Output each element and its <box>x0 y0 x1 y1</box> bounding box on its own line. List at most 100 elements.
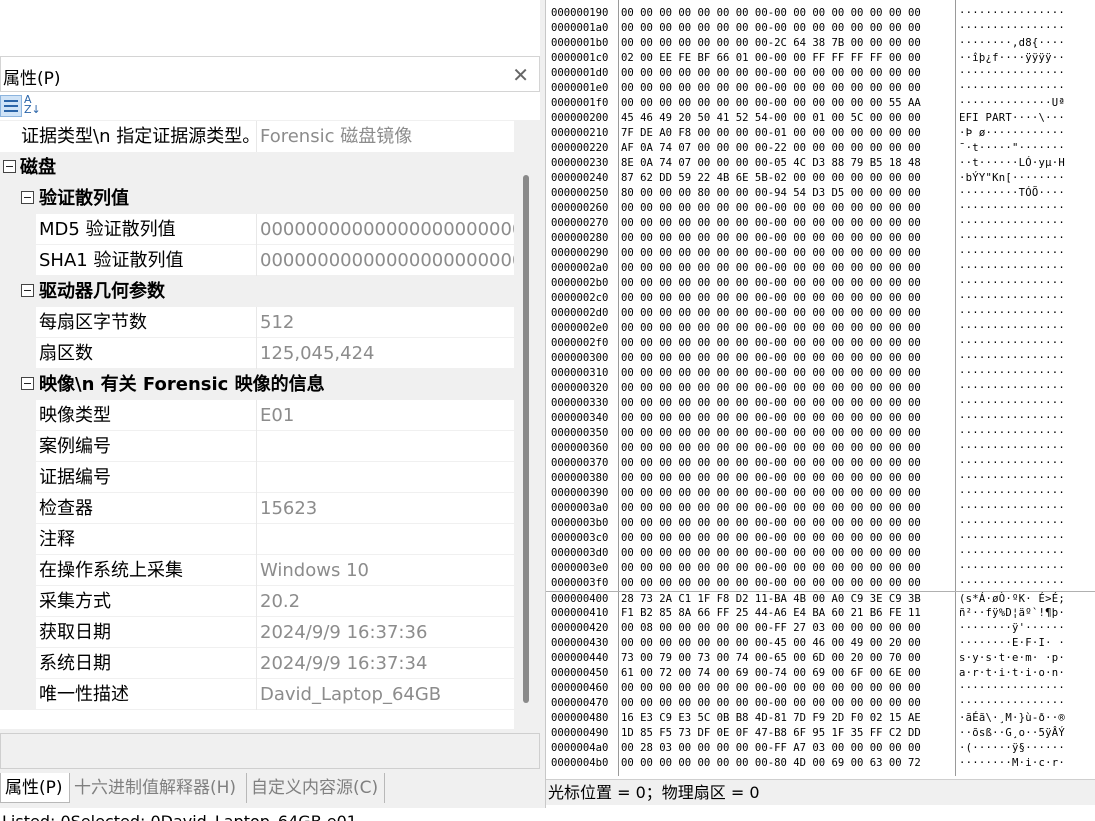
hex-row[interactable]: 000000260 00 00 00 00 00 00 00 00-00 00 0… <box>546 201 1095 216</box>
property-value[interactable]: 20.2 <box>256 586 514 617</box>
hex-row[interactable]: 000000460 00 00 00 00 00 00 00 00-00 00 0… <box>546 681 1095 696</box>
hex-row[interactable]: 0000003a0 00 00 00 00 00 00 00 00-00 00 0… <box>546 501 1095 516</box>
hex-bytes[interactable]: 00 00 00 00 00 00 00 00-00 00 00 00 00 0… <box>621 276 921 291</box>
hex-ascii[interactable]: ················ <box>959 441 1065 456</box>
property-category[interactable]: 磁盘 <box>0 152 514 183</box>
hex-ascii[interactable]: ················ <box>959 426 1065 441</box>
hex-ascii[interactable]: ········,d8{···· <box>959 36 1065 51</box>
hex-row[interactable]: 0000001e0 00 00 00 00 00 00 00 00-00 00 0… <box>546 81 1095 96</box>
hex-ascii[interactable]: ················ <box>959 501 1065 516</box>
property-value[interactable]: 00000000000000000000000000000000 <box>256 214 514 245</box>
hex-bytes[interactable]: 00 00 00 00 00 00 00 00-2C 64 38 7B 00 0… <box>621 36 921 51</box>
property-value[interactable]: 2024/9/9 16:37:36 <box>256 617 514 648</box>
hex-row[interactable]: 000000320 00 00 00 00 00 00 00 00-00 00 0… <box>546 381 1095 396</box>
hex-bytes[interactable]: 61 00 72 00 74 00 69 00-74 00 69 00 6F 0… <box>621 666 921 681</box>
hex-bytes[interactable]: 00 00 00 00 00 00 00 00-00 00 00 00 00 0… <box>621 381 921 396</box>
collapse-icon[interactable] <box>21 191 34 204</box>
hex-ascii[interactable]: ··············Uª <box>959 96 1065 111</box>
hex-row[interactable]: 000000280 00 00 00 00 00 00 00 00-00 00 0… <box>546 231 1095 246</box>
hex-row[interactable]: 000000410 F1 B2 85 8A 66 FF 25 44-A6 E4 B… <box>546 606 1095 621</box>
hex-row[interactable]: 000000210 7F DE A0 F8 00 00 00 00-01 00 0… <box>546 126 1095 141</box>
property-row[interactable]: 案例编号 <box>0 431 514 462</box>
hex-ascii[interactable]: ················ <box>959 276 1065 291</box>
hex-bytes[interactable]: 00 00 00 00 00 00 00 00-00 00 00 00 00 0… <box>621 411 921 426</box>
hex-row[interactable]: 000000340 00 00 00 00 00 00 00 00-00 00 0… <box>546 411 1095 426</box>
hex-bytes[interactable]: 00 00 00 00 00 00 00 00-00 00 00 00 00 0… <box>621 291 921 306</box>
property-value[interactable]: E01 <box>256 400 514 431</box>
hex-row[interactable]: 000000200 45 46 49 20 50 41 52 54-00 00 0… <box>546 111 1095 126</box>
hex-ascii[interactable]: ·(······ÿ§······ <box>959 741 1065 756</box>
hex-ascii[interactable]: ················ <box>959 81 1065 96</box>
hex-row[interactable]: 000000440 73 00 79 00 73 00 74 00-65 00 6… <box>546 651 1095 666</box>
hex-ascii[interactable]: ········ÿ'······ <box>959 621 1065 636</box>
hex-row[interactable]: 000000290 00 00 00 00 00 00 00 00-00 00 0… <box>546 246 1095 261</box>
hex-bytes[interactable]: 00 00 00 00 00 00 00 00-00 00 00 00 00 0… <box>621 231 921 246</box>
hex-bytes[interactable]: 8E 0A 74 07 00 00 00 00-05 4C D3 88 79 B… <box>621 156 921 171</box>
hex-ascii[interactable]: ················ <box>959 456 1065 471</box>
hex-bytes[interactable]: 00 00 00 00 00 00 00 00-00 00 00 00 00 0… <box>621 261 921 276</box>
property-row[interactable]: 检查器 15623 <box>0 493 514 524</box>
hex-ascii[interactable]: EFI PART····\··· <box>959 111 1065 126</box>
hex-row[interactable]: 0000003e0 00 00 00 00 00 00 00 00-00 00 0… <box>546 561 1095 576</box>
hex-bytes[interactable]: 00 00 00 00 00 00 00 00-00 00 00 00 00 0… <box>621 21 921 36</box>
hex-bytes[interactable]: 28 73 2A C1 1F F8 D2 11-BA 4B 00 A0 C9 3… <box>621 592 921 607</box>
hex-ascii[interactable]: ········E·F·I· · <box>959 636 1065 651</box>
hex-row[interactable]: 0000003d0 00 00 00 00 00 00 00 00-00 00 0… <box>546 546 1095 561</box>
hex-bytes[interactable]: 16 E3 C9 E3 5C 0B B8 4D-81 7D F9 2D F0 0… <box>621 711 921 726</box>
hex-ascii[interactable]: ················ <box>959 261 1065 276</box>
hex-bytes[interactable]: 00 00 00 00 00 00 00 00-00 00 00 00 00 0… <box>621 351 921 366</box>
hex-bytes[interactable]: 00 00 00 00 00 00 00 00-00 00 00 00 00 0… <box>621 336 921 351</box>
hex-ascii[interactable]: ················ <box>959 411 1065 426</box>
hex-bytes[interactable]: F1 B2 85 8A 66 FF 25 44-A6 E4 BA 60 21 B… <box>621 606 921 621</box>
hex-ascii[interactable]: ················ <box>959 21 1065 36</box>
property-row[interactable]: 系统日期 2024/9/9 16:37:34 <box>0 648 514 679</box>
hex-ascii[interactable]: ················ <box>959 561 1065 576</box>
hex-bytes[interactable]: 00 00 00 00 00 00 00 00-45 00 46 00 49 0… <box>621 636 921 651</box>
tab-properties[interactable]: 属性(P) <box>0 773 70 803</box>
hex-bytes[interactable]: AF 0A 74 07 00 00 00 00-22 00 00 00 00 0… <box>621 141 921 156</box>
property-row[interactable]: 映像类型 E01 <box>0 400 514 431</box>
hex-ascii[interactable]: ················ <box>959 246 1065 261</box>
hex-ascii[interactable]: ················ <box>959 291 1065 306</box>
property-row[interactable]: 每扇区字节数 512 <box>0 307 514 338</box>
hex-bytes[interactable]: 87 62 DD 59 22 4B 6E 5B-02 00 00 00 00 0… <box>621 171 921 186</box>
hex-row[interactable]: 0000001d0 00 00 00 00 00 00 00 00-00 00 0… <box>546 66 1095 81</box>
hex-ascii[interactable]: ················ <box>959 321 1065 336</box>
property-value[interactable]: Windows 10 <box>256 555 514 586</box>
hex-bytes[interactable]: 00 00 00 00 00 00 00 00-00 00 00 00 00 0… <box>621 561 921 576</box>
hex-bytes[interactable]: 00 00 00 00 00 00 00 00-00 00 00 00 00 0… <box>621 681 921 696</box>
hex-bytes[interactable]: 00 00 00 00 00 00 00 00-00 00 00 00 00 0… <box>621 6 921 21</box>
hex-ascii[interactable]: ················ <box>959 216 1065 231</box>
hex-ascii[interactable]: ¯·t·····"······· <box>959 141 1065 156</box>
hex-bytes[interactable]: 00 08 00 00 00 00 00 00-FF 27 03 00 00 0… <box>621 621 921 636</box>
hex-bytes[interactable]: 00 00 00 00 00 00 00 00-00 00 00 00 00 0… <box>621 246 921 261</box>
property-row[interactable]: 采集方式 20.2 <box>0 586 514 617</box>
hex-row[interactable]: 0000004b0 00 00 00 00 00 00 00 00-80 4D 0… <box>546 756 1095 771</box>
sort-alphabetical-icon[interactable]: A Z↓ <box>24 94 46 117</box>
property-value[interactable]: Forensic 磁盘镜像 <box>256 121 514 152</box>
tab-hex-interpreter[interactable]: 十六进制值解释器(H) <box>70 773 247 803</box>
property-category[interactable]: 映像\n 有关 Forensic 映像的信息 <box>0 369 514 400</box>
hex-ascii[interactable]: ·ãÉã\·¸M·}ù-ð··® <box>959 711 1065 726</box>
hex-ascii[interactable]: ················ <box>959 351 1065 366</box>
hex-bytes[interactable]: 00 00 00 00 00 00 00 00-00 00 00 00 00 0… <box>621 546 921 561</box>
property-value[interactable]: 512 <box>256 307 514 338</box>
hex-row[interactable]: 0000003c0 00 00 00 00 00 00 00 00-00 00 0… <box>546 531 1095 546</box>
hex-bytes[interactable]: 00 00 00 00 00 00 00 00-00 00 00 00 00 0… <box>621 66 921 81</box>
property-value[interactable] <box>256 431 514 462</box>
hex-row[interactable]: 0000001f0 00 00 00 00 00 00 00 00-00 00 0… <box>546 96 1095 111</box>
hex-row[interactable]: 000000430 00 00 00 00 00 00 00 00-45 00 4… <box>546 636 1095 651</box>
hex-bytes[interactable]: 00 00 00 00 00 00 00 00-00 00 00 00 00 0… <box>621 576 921 591</box>
hex-bytes[interactable]: 7F DE A0 F8 00 00 00 00-01 00 00 00 00 0… <box>621 126 921 141</box>
hex-row[interactable]: 000000360 00 00 00 00 00 00 00 00-00 00 0… <box>546 441 1095 456</box>
hex-bytes[interactable]: 00 00 00 00 00 00 00 00-00 00 00 00 00 0… <box>621 81 921 96</box>
hex-bytes[interactable]: 73 00 79 00 73 00 74 00-65 00 6D 00 20 0… <box>621 651 921 666</box>
hex-ascii[interactable]: ················ <box>959 516 1065 531</box>
hex-row[interactable]: 000000300 00 00 00 00 00 00 00 00-00 00 0… <box>546 351 1095 366</box>
hex-ascii[interactable]: ················ <box>959 231 1065 246</box>
hex-ascii[interactable]: a·r·t·i·t·i·o·n· <box>959 666 1065 681</box>
hex-bytes[interactable]: 00 00 00 00 00 00 00 00-00 00 00 00 00 0… <box>621 501 921 516</box>
hex-ascii[interactable]: ·Þ ø············ <box>959 126 1065 141</box>
hex-bytes[interactable]: 00 00 00 00 00 00 00 00-00 00 00 00 00 0… <box>621 321 921 336</box>
hex-bytes[interactable]: 00 00 00 00 00 00 00 00-00 00 00 00 00 0… <box>621 516 921 531</box>
